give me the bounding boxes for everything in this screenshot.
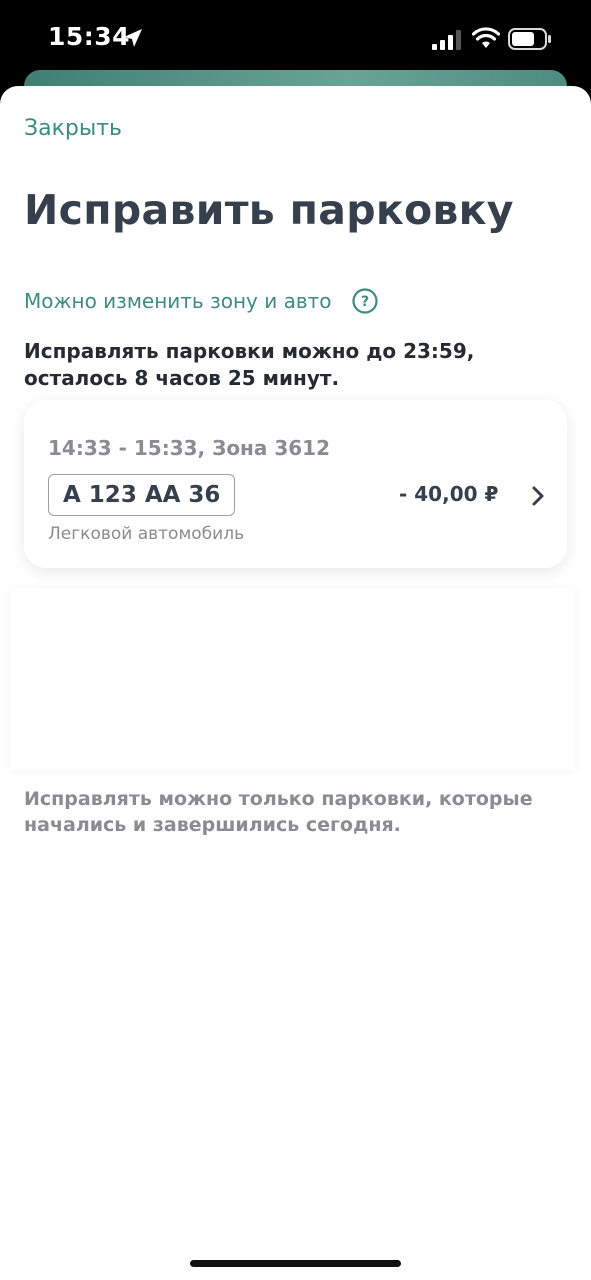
home-indicator	[190, 1260, 401, 1267]
license-plate: А 123 АА 36	[48, 474, 236, 516]
close-button[interactable]: Закрыть	[24, 116, 122, 141]
wifi-icon	[472, 27, 500, 48]
hint-row: Можно изменить зону и авто ?	[24, 286, 378, 316]
page-title: Исправить парковку	[24, 186, 514, 234]
footnote: Исправлять можно только парковки, которы…	[24, 788, 533, 836]
location-arrow-icon	[124, 29, 142, 47]
parking-interval: 14:33 - 15:33, Зона 3612	[48, 436, 331, 460]
status-bar: 15:34	[0, 0, 591, 80]
status-time: 15:34	[48, 22, 131, 51]
parking-card[interactable]: 14:33 - 15:33, Зона 3612 А 123 АА 36 Лег…	[24, 400, 567, 568]
chevron-right-icon	[532, 486, 544, 506]
battery-icon	[508, 28, 551, 50]
vehicle-type: Легковой автомобиль	[48, 524, 245, 544]
hint-text: Можно изменить зону и авто	[24, 289, 332, 313]
fix-parking-sheet: Закрыть Исправить парковку Можно изменит…	[0, 86, 591, 1280]
deadline-text: Исправлять парковки можно до 23:59, оста…	[24, 339, 475, 390]
help-icon[interactable]: ?	[351, 288, 378, 314]
empty-panel	[10, 588, 575, 770]
parking-price: - 40,00 ₽	[399, 482, 499, 506]
svg-text:?: ?	[360, 294, 368, 310]
cellular-signal-icon	[432, 30, 461, 50]
